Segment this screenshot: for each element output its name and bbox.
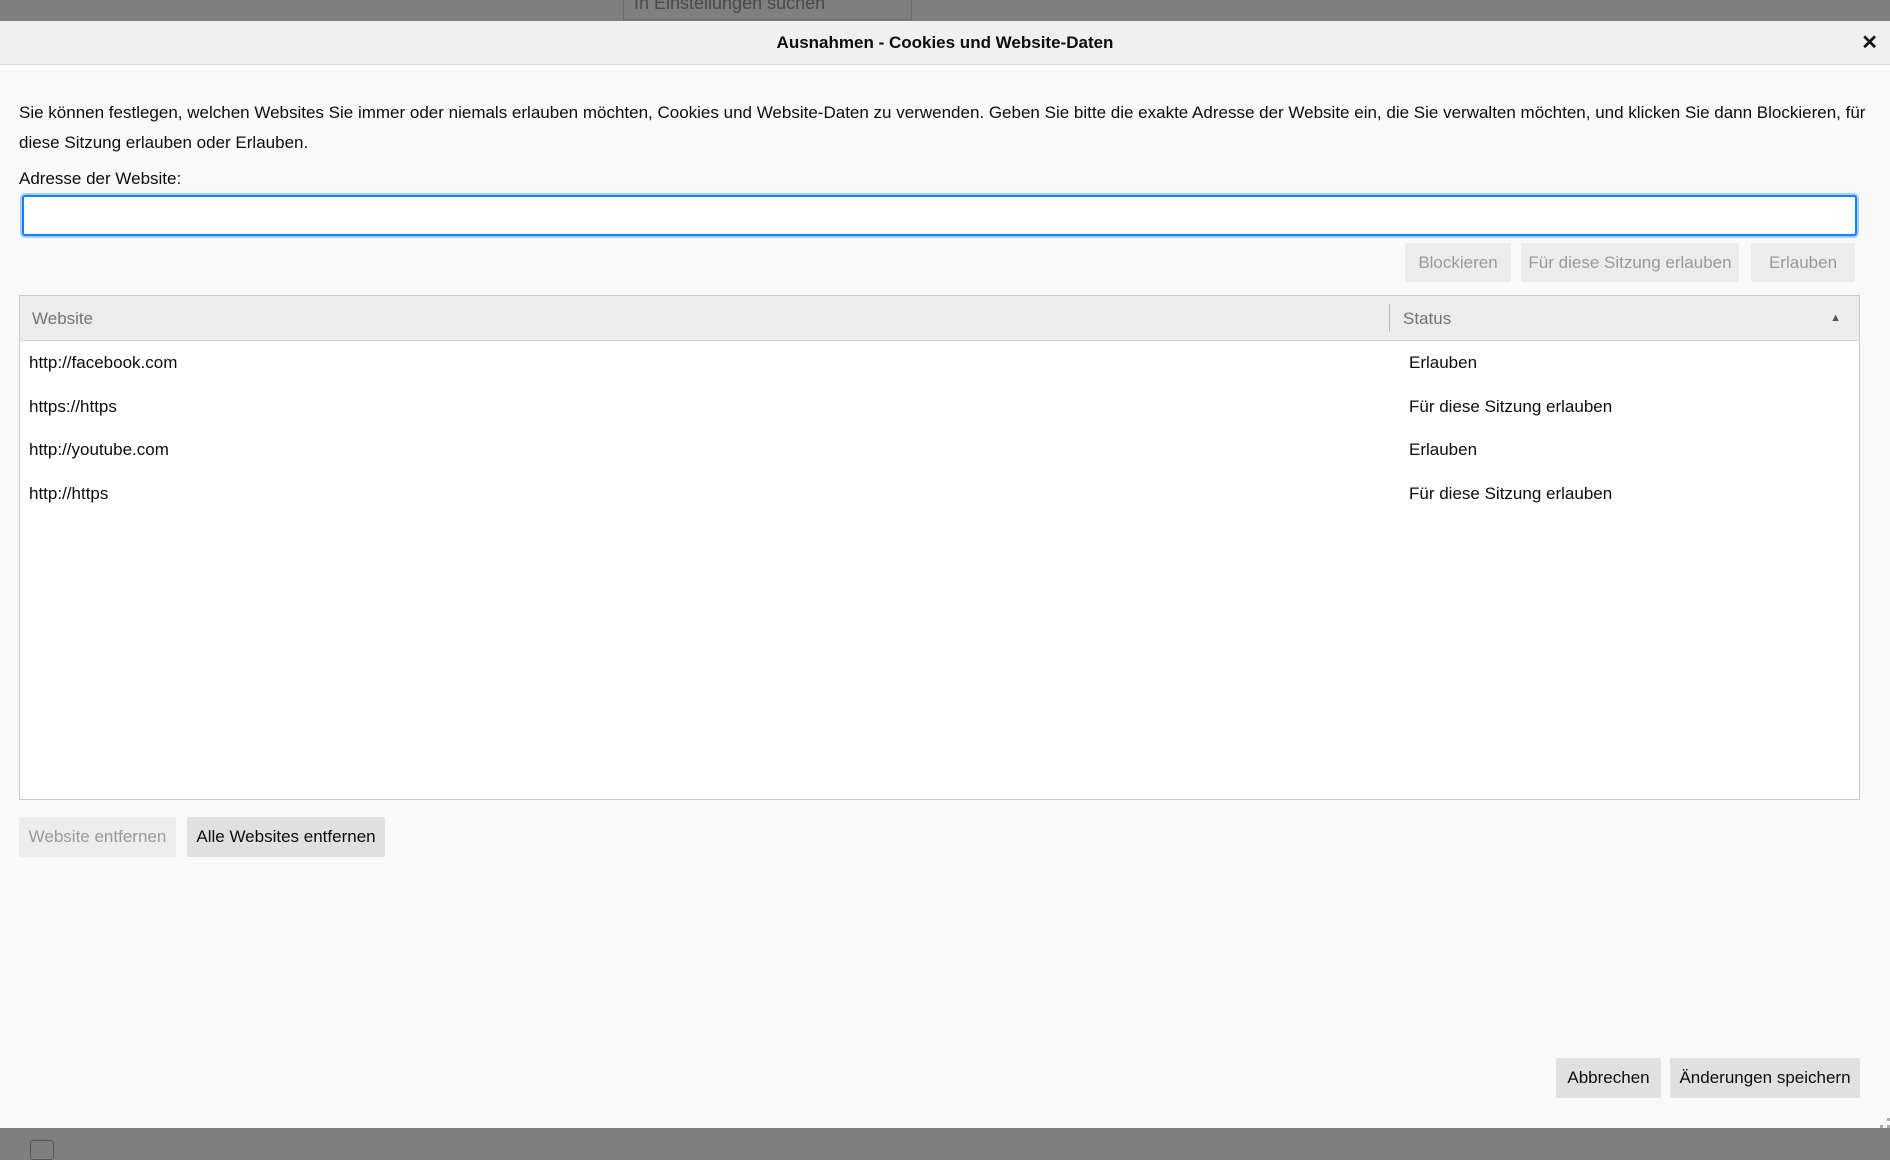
save-changes-button[interactable]: Änderungen speichern — [1670, 1058, 1860, 1098]
dialog-description: Sie können festlegen, welchen Websites S… — [19, 103, 1866, 152]
row-status: Für diese Sitzung erlauben — [1409, 484, 1613, 503]
website-address-input[interactable] — [22, 195, 1857, 236]
row-website: http://youtube.com — [29, 440, 169, 459]
exceptions-dialog: Ausnahmen - Cookies und Website-Daten ✕ … — [0, 21, 1890, 1128]
resize-grip-icon[interactable] — [1880, 1118, 1890, 1128]
table-row[interactable]: http://https Für diese Sitzung erlauben — [20, 472, 1859, 516]
table-row[interactable]: http://facebook.com Erlauben — [20, 341, 1859, 385]
close-icon[interactable]: ✕ — [1861, 21, 1878, 65]
row-website: https://https — [29, 397, 117, 416]
row-website: http://facebook.com — [29, 353, 178, 372]
row-status: Erlauben — [1409, 353, 1478, 372]
table-header: Website Status ▲ — [20, 296, 1859, 341]
background-search-placeholder: In Einstellungen suchen — [634, 0, 826, 13]
table-row[interactable]: http://youtube.com Erlauben — [20, 428, 1859, 472]
row-website: http://https — [29, 484, 109, 503]
column-divider[interactable] — [1389, 304, 1390, 332]
column-header-status[interactable]: Status — [1403, 296, 1451, 341]
table-row[interactable]: https://https Für diese Sitzung erlauben — [20, 385, 1859, 429]
sites-table: Website Status ▲ http://facebook.com Erla… — [19, 295, 1860, 800]
background-checkbox — [30, 1140, 54, 1160]
cancel-button[interactable]: Abbrechen — [1556, 1058, 1661, 1098]
block-button[interactable]: Blockieren — [1405, 243, 1511, 282]
dialog-title: Ausnahmen - Cookies und Website-Daten — [776, 33, 1114, 52]
column-header-website[interactable]: Website — [32, 296, 93, 341]
remove-all-websites-button[interactable]: Alle Websites entfernen — [187, 817, 385, 857]
dialog-titlebar: Ausnahmen - Cookies und Website-Daten ✕ — [0, 21, 1890, 65]
allow-button[interactable]: Erlauben — [1751, 243, 1855, 282]
remove-website-button[interactable]: Website entfernen — [19, 817, 176, 857]
sort-ascending-icon[interactable]: ▲ — [1830, 296, 1841, 341]
background-search-field: In Einstellungen suchen — [623, 0, 912, 20]
address-label: Adresse der Website: — [19, 169, 182, 188]
allow-session-button[interactable]: Für diese Sitzung erlauben — [1521, 243, 1739, 282]
row-status: Für diese Sitzung erlauben — [1409, 397, 1613, 416]
row-status: Erlauben — [1409, 440, 1478, 459]
